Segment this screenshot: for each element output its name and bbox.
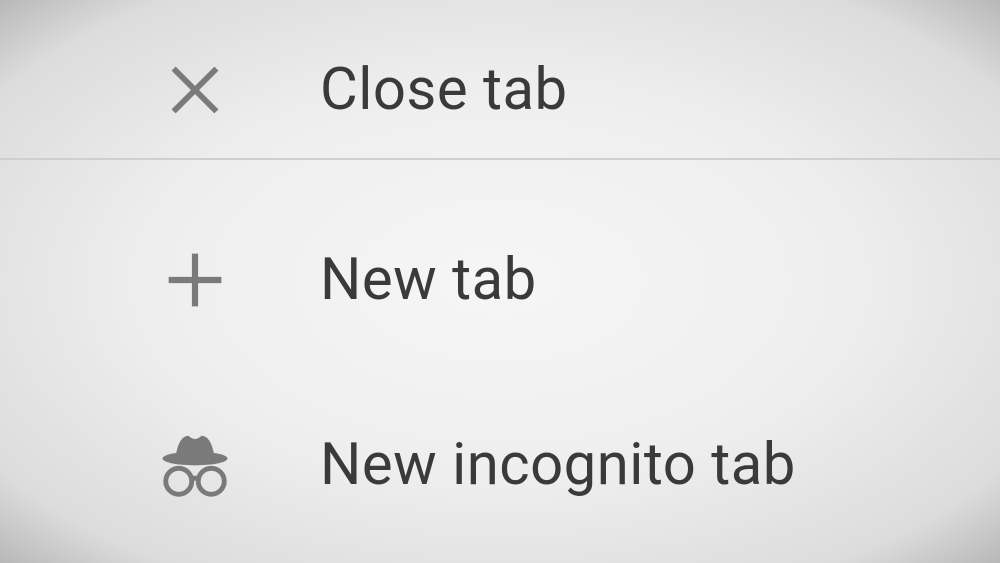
close-icon [155, 50, 235, 130]
new-incognito-tab-item[interactable]: New incognito tab [0, 370, 1000, 560]
new-tab-item[interactable]: New tab [0, 160, 1000, 370]
context-menu: Close tab New tab [0, 0, 1000, 563]
close-tab-item[interactable]: Close tab [0, 0, 1000, 160]
plus-icon [155, 240, 235, 320]
incognito-icon [155, 425, 235, 505]
menu-divider [0, 158, 1000, 160]
close-tab-label: Close tab [320, 56, 568, 124]
new-tab-label: New tab [320, 246, 537, 314]
new-incognito-tab-label: New incognito tab [320, 431, 796, 499]
